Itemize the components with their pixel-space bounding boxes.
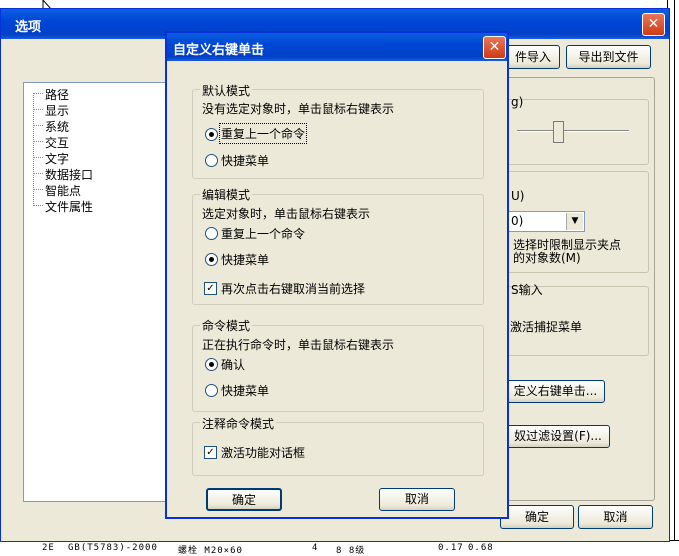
cad-title-block-strip: 2E GB(T5783)-2000 螺栓 M20×60 4 8 8级 0.17 … xyxy=(0,540,679,556)
right-group-1 xyxy=(506,99,649,165)
edit-shortcut-label[interactable]: 快捷菜单 xyxy=(221,251,269,268)
chevron-down-icon: ▼ xyxy=(566,213,583,230)
category-tree: 路径 显示 系统 交互 文字 数据接口 智能点 文件属性 xyxy=(23,82,175,502)
activate-dialog-checkbox[interactable]: ✓ xyxy=(204,446,217,459)
export-button[interactable]: 导出到文件 xyxy=(566,45,651,69)
command-mode-desc: 正在执行命令时，单击鼠标右键表示 xyxy=(202,338,395,352)
default-repeat-label[interactable]: 重复上一个命令 xyxy=(218,123,308,144)
import-label: 件导入 xyxy=(514,50,551,64)
cad-cell: 0.68 xyxy=(468,543,494,553)
command-shortcut-label[interactable]: 快捷菜单 xyxy=(221,382,269,399)
slider-thumb[interactable] xyxy=(553,121,564,143)
cad-cell: 2E xyxy=(42,543,55,553)
custom-right-click-dialog: 自定义右键单击 ✕ 默认模式 没有选定对象时，单击鼠标右键表示 重复上一个命令 … xyxy=(165,31,509,519)
edit-repeat-radio[interactable] xyxy=(205,227,218,240)
command-confirm-label[interactable]: 确认 xyxy=(221,356,245,373)
cad-cell: 8 8级 xyxy=(336,546,366,556)
command-mode-legend: 命令模式 xyxy=(200,317,253,334)
main-cancel-button[interactable]: 取消 xyxy=(578,505,653,529)
right-label-fragment: S输入 xyxy=(511,283,543,297)
tree-item-file-properties[interactable]: 文件属性 xyxy=(45,198,93,215)
edit-shortcut-radio[interactable] xyxy=(205,253,218,266)
cad-cell: 4 xyxy=(312,543,319,553)
right-label-fragment: U) xyxy=(511,189,525,203)
cad-border-line xyxy=(674,0,675,555)
grip-limit-label-2: 的对象数(M) xyxy=(513,251,581,265)
slider-track xyxy=(517,130,629,132)
default-repeat-radio[interactable] xyxy=(205,128,218,141)
cad-cell: 0.17 xyxy=(438,543,464,553)
dialog-close-button[interactable]: ✕ xyxy=(483,36,506,59)
comment-mode-legend: 注释命令模式 xyxy=(200,415,277,432)
default-mode-desc: 没有选定对象时，单击鼠标右键表示 xyxy=(202,102,395,116)
custom-right-click-label: 定义右键单击... xyxy=(513,384,598,398)
default-mode-legend: 默认模式 xyxy=(200,82,253,99)
command-confirm-radio[interactable] xyxy=(205,358,218,371)
edit-mode-legend: 编辑模式 xyxy=(200,186,253,203)
main-cancel-label: 取消 xyxy=(603,510,628,524)
options-title: 选项 xyxy=(15,20,42,35)
dialog-title-bar: 自定义右键单击 ✕ xyxy=(167,33,507,61)
snap-menu-label: 激活捕捉菜单 xyxy=(510,320,583,334)
tree-item-interaction[interactable]: 交互 xyxy=(45,134,69,151)
dialog-cancel-label: 取消 xyxy=(404,492,429,506)
grip-count-combo[interactable]: 0) ▼ xyxy=(506,211,585,232)
command-shortcut-radio[interactable] xyxy=(205,384,218,397)
tree-item-text[interactable]: 文字 xyxy=(45,150,69,167)
filter-settings-label: 奴过滤设置(F)... xyxy=(514,429,602,443)
dialog-cancel-button[interactable]: 取消 xyxy=(379,488,455,511)
tree-item-path[interactable]: 路径 xyxy=(45,86,69,103)
import-button[interactable]: 件导入 xyxy=(506,45,560,69)
right-label-fragment: g) xyxy=(511,95,524,109)
tree-item-display[interactable]: 显示 xyxy=(45,102,69,119)
cad-cell: 螺栓 M20×60 xyxy=(178,546,243,556)
close-button[interactable]: ✕ xyxy=(642,13,665,36)
activate-dialog-label[interactable]: 激活功能对话框 xyxy=(221,444,305,461)
dialog-ok-button[interactable]: 确定 xyxy=(206,488,282,511)
deselect-checkbox-label[interactable]: 再次点击右键取消当前选择 xyxy=(221,280,365,297)
tree-item-system[interactable]: 系统 xyxy=(45,118,69,135)
dialog-ok-label: 确定 xyxy=(231,493,256,507)
tree-item-data-interface[interactable]: 数据接口 xyxy=(45,166,93,183)
default-shortcut-label[interactable]: 快捷菜单 xyxy=(221,152,269,169)
custom-right-click-button[interactable]: 定义右键单击... xyxy=(506,380,605,403)
export-label: 导出到文件 xyxy=(578,50,639,64)
default-shortcut-radio[interactable] xyxy=(205,154,218,167)
filter-settings-button[interactable]: 奴过滤设置(F)... xyxy=(506,425,610,448)
edit-repeat-label[interactable]: 重复上一个命令 xyxy=(221,225,305,242)
deselect-checkbox[interactable]: ✓ xyxy=(204,282,217,295)
combo-value: 0) xyxy=(511,214,524,228)
tree-item-smart-point[interactable]: 智能点 xyxy=(45,182,81,199)
main-ok-label: 确定 xyxy=(524,510,549,524)
main-ok-button[interactable]: 确定 xyxy=(500,505,574,529)
dialog-title: 自定义右键单击 xyxy=(173,43,265,58)
edit-mode-desc: 选定对象时，单击鼠标右键表示 xyxy=(202,207,371,221)
cad-cell: GB(T5783)-2000 xyxy=(68,543,158,553)
